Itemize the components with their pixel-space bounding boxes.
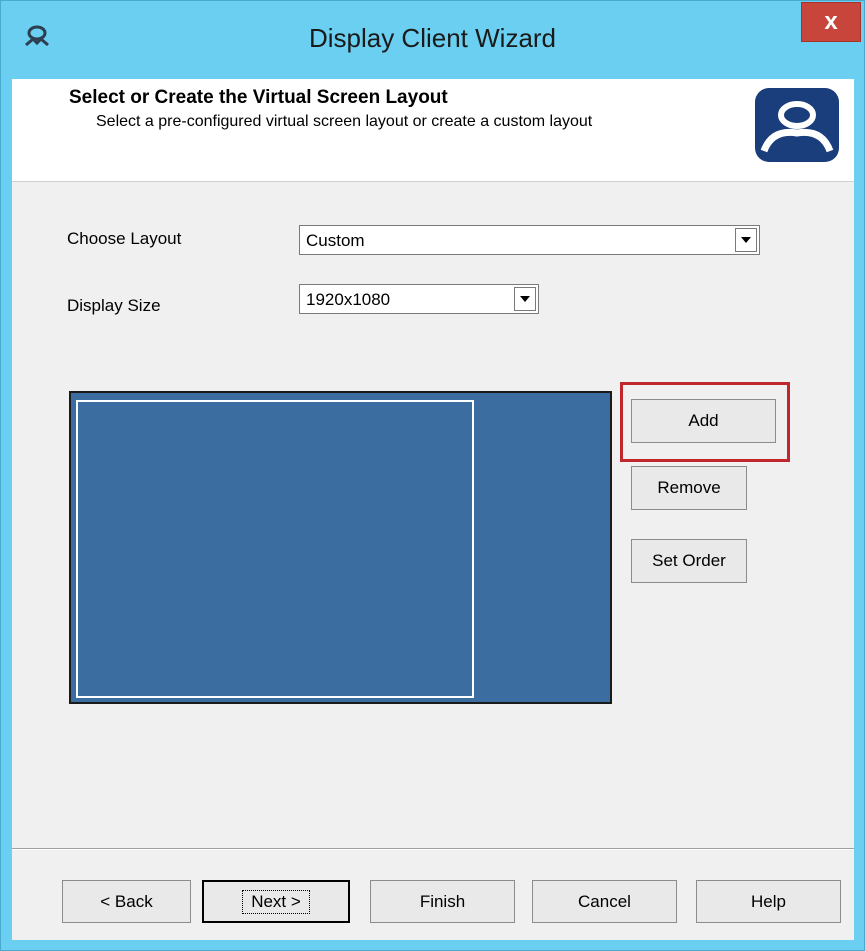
choose-layout-value: Custom (306, 231, 365, 250)
set-order-button[interactable]: Set Order (631, 539, 747, 583)
footer-divider (12, 848, 854, 850)
close-icon: x (824, 8, 838, 35)
add-button[interactable]: Add (631, 399, 776, 443)
back-button[interactable]: < Back (62, 880, 191, 923)
window-title: Display Client Wizard (308, 23, 557, 53)
choose-layout-label: Choose Layout (67, 229, 182, 248)
finish-button[interactable]: Finish (370, 880, 515, 923)
wizard-header: Select or Create the Virtual Screen Layo… (12, 79, 854, 182)
page-title: Select or Create the Virtual Screen Layo… (69, 87, 448, 108)
next-label: Next > (242, 889, 310, 914)
wizard-window: Display Client Wizard x Select or Create… (0, 0, 865, 951)
thinmanager-logo-icon (755, 88, 839, 162)
cancel-button[interactable]: Cancel (532, 880, 677, 923)
screen-outline[interactable] (76, 400, 474, 698)
remove-button[interactable]: Remove (631, 466, 747, 510)
display-size-label: Display Size (67, 296, 161, 315)
display-size-value: 1920x1080 (306, 290, 391, 309)
virtual-screen-canvas[interactable] (69, 391, 612, 704)
wizard-body: Select or Create the Virtual Screen Layo… (12, 79, 854, 940)
chevron-down-icon[interactable] (735, 228, 757, 252)
page-subtitle: Select a pre-configured virtual screen l… (96, 113, 593, 130)
help-button[interactable]: Help (696, 880, 841, 923)
next-button[interactable]: Next > (202, 880, 350, 923)
choose-layout-select[interactable]: Custom (299, 225, 760, 255)
display-size-select[interactable]: 1920x1080 (299, 284, 539, 314)
title-bar[interactable]: Display Client Wizard x (1, 1, 864, 79)
chevron-down-icon[interactable] (514, 287, 536, 311)
close-button[interactable]: x (801, 2, 861, 42)
